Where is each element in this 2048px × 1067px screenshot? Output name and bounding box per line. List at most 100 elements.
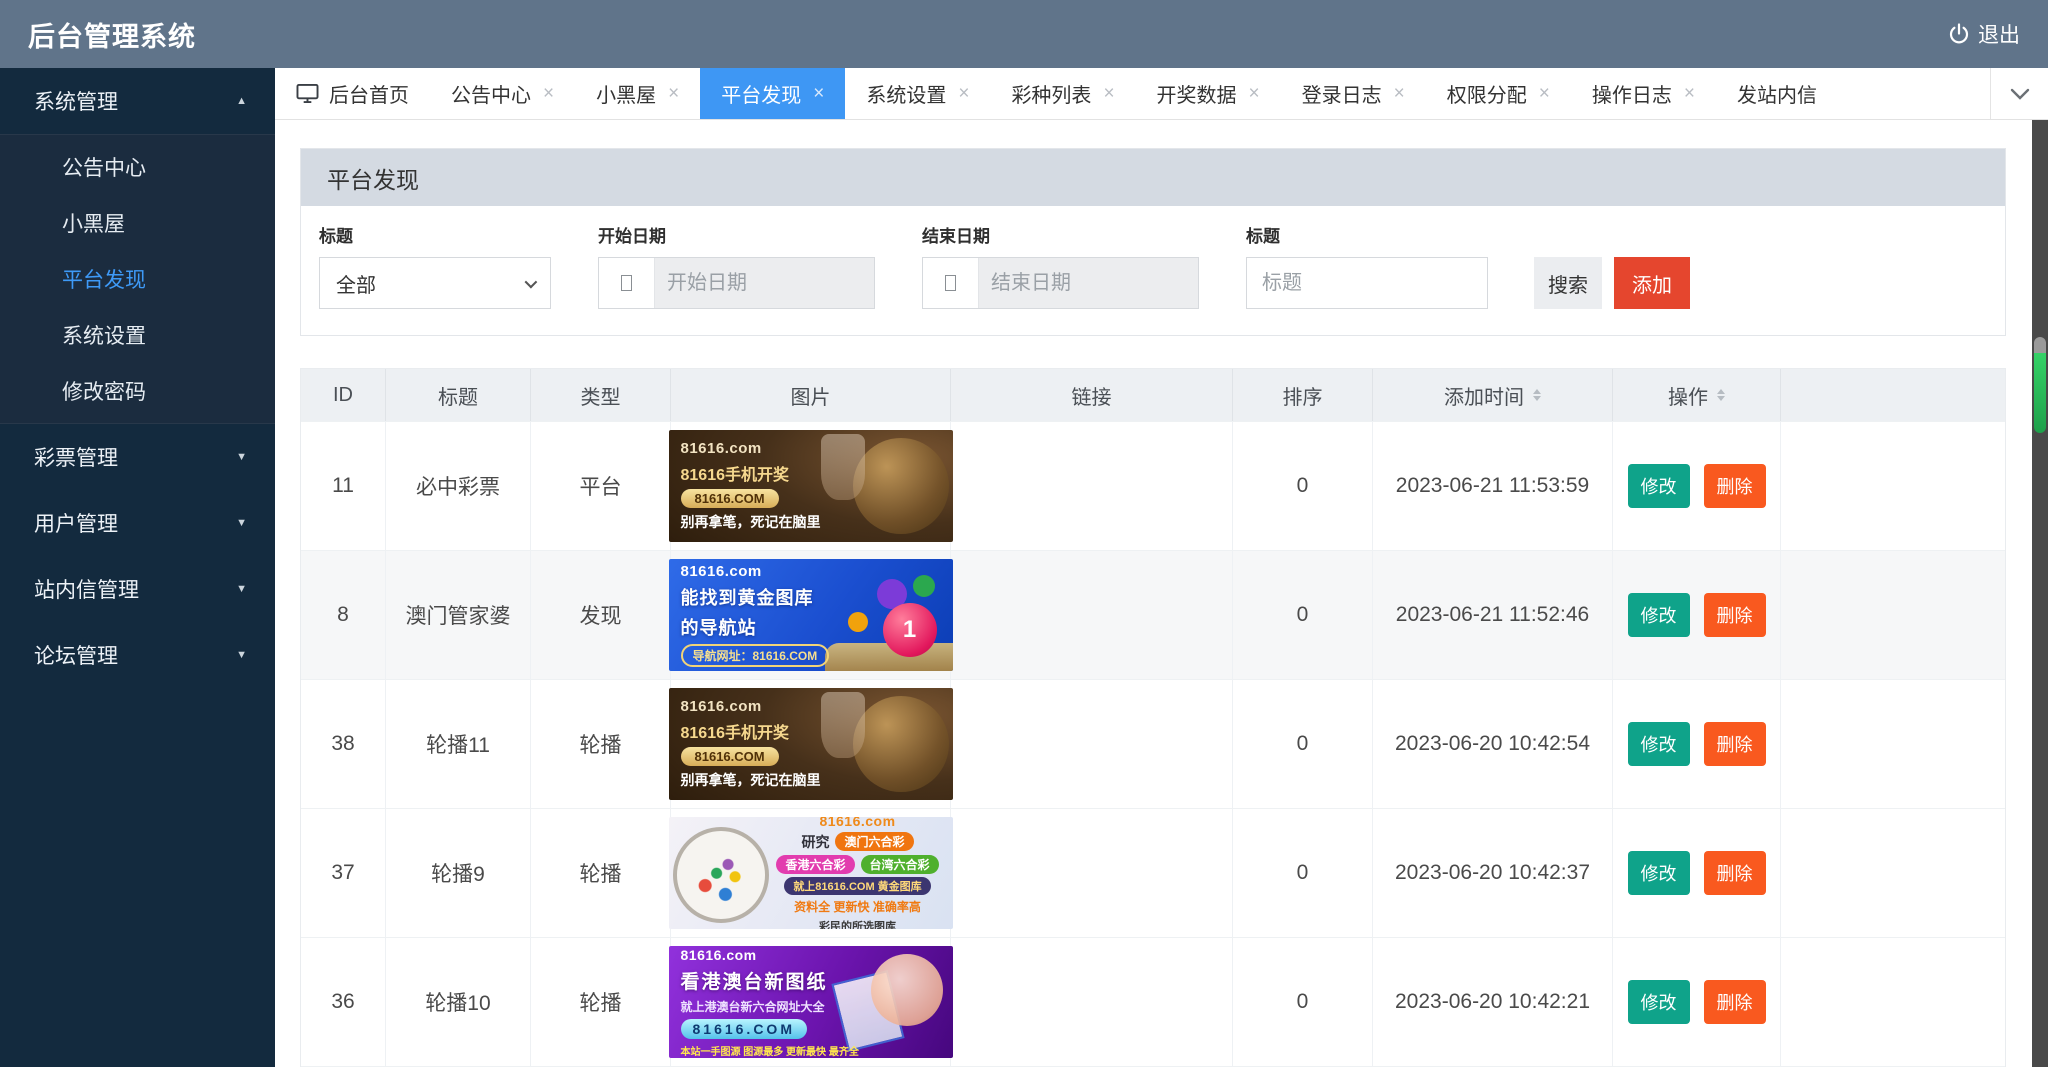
tab-label: 开奖数据 xyxy=(1157,79,1237,108)
edit-button[interactable]: 修改 xyxy=(1628,464,1690,508)
cell-title: 轮播9 xyxy=(386,809,531,937)
logout-button[interactable]: 退出 xyxy=(1947,19,2020,49)
cell-type: 发现 xyxy=(531,551,671,679)
end-date-input[interactable] xyxy=(979,258,1198,308)
sort-icon[interactable] xyxy=(1717,385,1725,405)
edit-button[interactable]: 修改 xyxy=(1628,980,1690,1024)
chevron-down-icon xyxy=(2010,88,2030,100)
delete-button[interactable]: 删除 xyxy=(1704,593,1766,637)
cell-type: 平台 xyxy=(531,422,671,550)
cell-time: 2023-06-21 11:53:59 xyxy=(1373,422,1613,550)
tab-close-icon[interactable]: × xyxy=(668,83,679,105)
sidebar-item-小黑屋[interactable]: 小黑屋 xyxy=(0,195,275,251)
tab-label: 平台发现 xyxy=(721,79,801,108)
type-select[interactable]: 全部 xyxy=(319,257,551,309)
sidebar-group-label: 系统管理 xyxy=(34,86,118,116)
tab-close-icon[interactable]: × xyxy=(813,83,824,105)
tab-开奖数据[interactable]: 开奖数据 × xyxy=(1136,68,1281,119)
tab-发站内信[interactable]: 发站内信 xyxy=(1716,68,1838,119)
table-row: 38 轮播11 轮播 81616.com81616手机开奖81616.COM别再… xyxy=(301,679,2005,808)
sidebar-group-label: 论坛管理 xyxy=(34,640,118,670)
cell-id: 38 xyxy=(301,680,386,808)
delete-button[interactable]: 删除 xyxy=(1704,722,1766,766)
tab-彩种列表[interactable]: 彩种列表 × xyxy=(990,68,1135,119)
end-date-field[interactable] xyxy=(922,257,1199,309)
tab-权限分配[interactable]: 权限分配 × xyxy=(1426,68,1571,119)
cell-time: 2023-06-21 11:52:46 xyxy=(1373,551,1613,679)
cell-title: 必中彩票 xyxy=(386,422,531,550)
add-button[interactable]: 添加 xyxy=(1614,257,1690,309)
column-label: 排序 xyxy=(1283,381,1323,410)
tab-平台发现[interactable]: 平台发现 × xyxy=(700,68,845,119)
column-操作: 操作 xyxy=(1613,369,1781,421)
tab-close-icon[interactable]: × xyxy=(1539,83,1550,105)
sidebar-item-修改密码[interactable]: 修改密码 xyxy=(0,363,275,419)
tab-公告中心[interactable]: 公告中心 × xyxy=(430,68,575,119)
tab-登录日志[interactable]: 登录日志 × xyxy=(1281,68,1426,119)
cell-type: 轮播 xyxy=(531,938,671,1066)
start-date-input[interactable] xyxy=(655,258,874,308)
banner-text-line: 的导航站 xyxy=(681,614,757,640)
tab-label: 操作日志 xyxy=(1592,79,1672,108)
tab-操作日志[interactable]: 操作日志 × xyxy=(1571,68,1716,119)
cell-type: 轮播 xyxy=(531,809,671,937)
tab-close-icon[interactable]: × xyxy=(1394,83,1405,105)
page-title: 平台发现 xyxy=(301,149,2005,206)
sidebar-group-label: 用户管理 xyxy=(34,508,118,538)
sidebar-item-系统设置[interactable]: 系统设置 xyxy=(0,307,275,363)
tab-小黑屋[interactable]: 小黑屋 × xyxy=(575,68,700,119)
tab-overflow-button[interactable] xyxy=(1990,68,2048,119)
scrollbar-thumb[interactable] xyxy=(2034,337,2046,433)
sidebar-group-系统管理[interactable]: 系统管理 ▲ xyxy=(0,68,275,134)
sidebar-subitem-label: 修改密码 xyxy=(62,376,146,406)
sidebar-group-站内信管理[interactable]: 站内信管理 ▼ xyxy=(0,556,275,622)
sidebar-item-公告中心[interactable]: 公告中心 xyxy=(0,139,275,195)
tab-label: 后台首页 xyxy=(329,79,409,108)
tab-close-icon[interactable]: × xyxy=(543,83,554,105)
scrollbar-track[interactable] xyxy=(2032,120,2048,1067)
filter-panel: 平台发现 标题 全部 开始日期 xyxy=(300,148,2006,336)
power-icon xyxy=(1947,22,1971,46)
sidebar-group-arrow: ▼ xyxy=(236,451,247,463)
sidebar-group-arrow: ▼ xyxy=(236,649,247,661)
tab-close-icon[interactable]: × xyxy=(958,83,969,105)
edit-button[interactable]: 修改 xyxy=(1628,722,1690,766)
cell-title: 轮播10 xyxy=(386,938,531,1066)
cell-id: 11 xyxy=(301,422,386,550)
sidebar-group-彩票管理[interactable]: 彩票管理 ▼ xyxy=(0,424,275,490)
banner-text: 81616.com看港澳台新图纸就上港澳台新六合网址大全81616.COM本站一… xyxy=(669,946,845,1058)
sidebar-group-论坛管理[interactable]: 论坛管理 ▼ xyxy=(0,622,275,688)
table-row: 11 必中彩票 平台 81616.com81616手机开奖81616.COM别再… xyxy=(301,421,2005,550)
top-bar: 后台管理系统 退出 xyxy=(0,0,2048,68)
tab-close-icon[interactable]: × xyxy=(1249,83,1260,105)
banner-text-line: 别再拿笔，死记在脑里 xyxy=(681,512,821,532)
cell-extra xyxy=(1781,422,2005,550)
banner-logo: 81616.com xyxy=(819,817,895,829)
edit-button[interactable]: 修改 xyxy=(1628,593,1690,637)
cell-image: 81616.com看港澳台新图纸就上港澳台新六合网址大全81616.COM本站一… xyxy=(671,938,951,1066)
tab-后台首页[interactable]: 后台首页 xyxy=(275,68,430,119)
tab-close-icon[interactable]: × xyxy=(1103,83,1114,105)
table-body: 11 必中彩票 平台 81616.com81616手机开奖81616.COM别再… xyxy=(301,421,2005,1067)
cell-link xyxy=(951,938,1233,1066)
delete-button[interactable]: 删除 xyxy=(1704,464,1766,508)
delete-button[interactable]: 删除 xyxy=(1704,980,1766,1024)
delete-button[interactable]: 删除 xyxy=(1704,851,1766,895)
column-label: 标题 xyxy=(438,381,478,410)
sidebar-subitem-label: 公告中心 xyxy=(62,152,146,182)
sidebar-group-用户管理[interactable]: 用户管理 ▼ xyxy=(0,490,275,556)
tab-close-icon[interactable]: × xyxy=(1684,83,1695,105)
sort-icon[interactable] xyxy=(1533,385,1541,405)
keyword-input[interactable] xyxy=(1246,257,1488,309)
banner-text: 81616.com研究澳门六合彩香港六合彩台湾六合彩就上81616.COM 黄金… xyxy=(763,817,953,929)
edit-button[interactable]: 修改 xyxy=(1628,851,1690,895)
banner-text-line: 研究 xyxy=(801,832,829,852)
search-button[interactable]: 搜索 xyxy=(1534,257,1602,309)
sidebar-group-arrow: ▼ xyxy=(236,583,247,595)
sidebar-group-label: 站内信管理 xyxy=(34,574,139,604)
sidebar-item-平台发现[interactable]: 平台发现 xyxy=(0,251,275,307)
start-date-field[interactable] xyxy=(598,257,875,309)
banner-image: 81616.com研究澳门六合彩香港六合彩台湾六合彩就上81616.COM 黄金… xyxy=(669,817,953,929)
tab-系统设置[interactable]: 系统设置 × xyxy=(845,68,990,119)
app-title: 后台管理系统 xyxy=(28,15,196,54)
